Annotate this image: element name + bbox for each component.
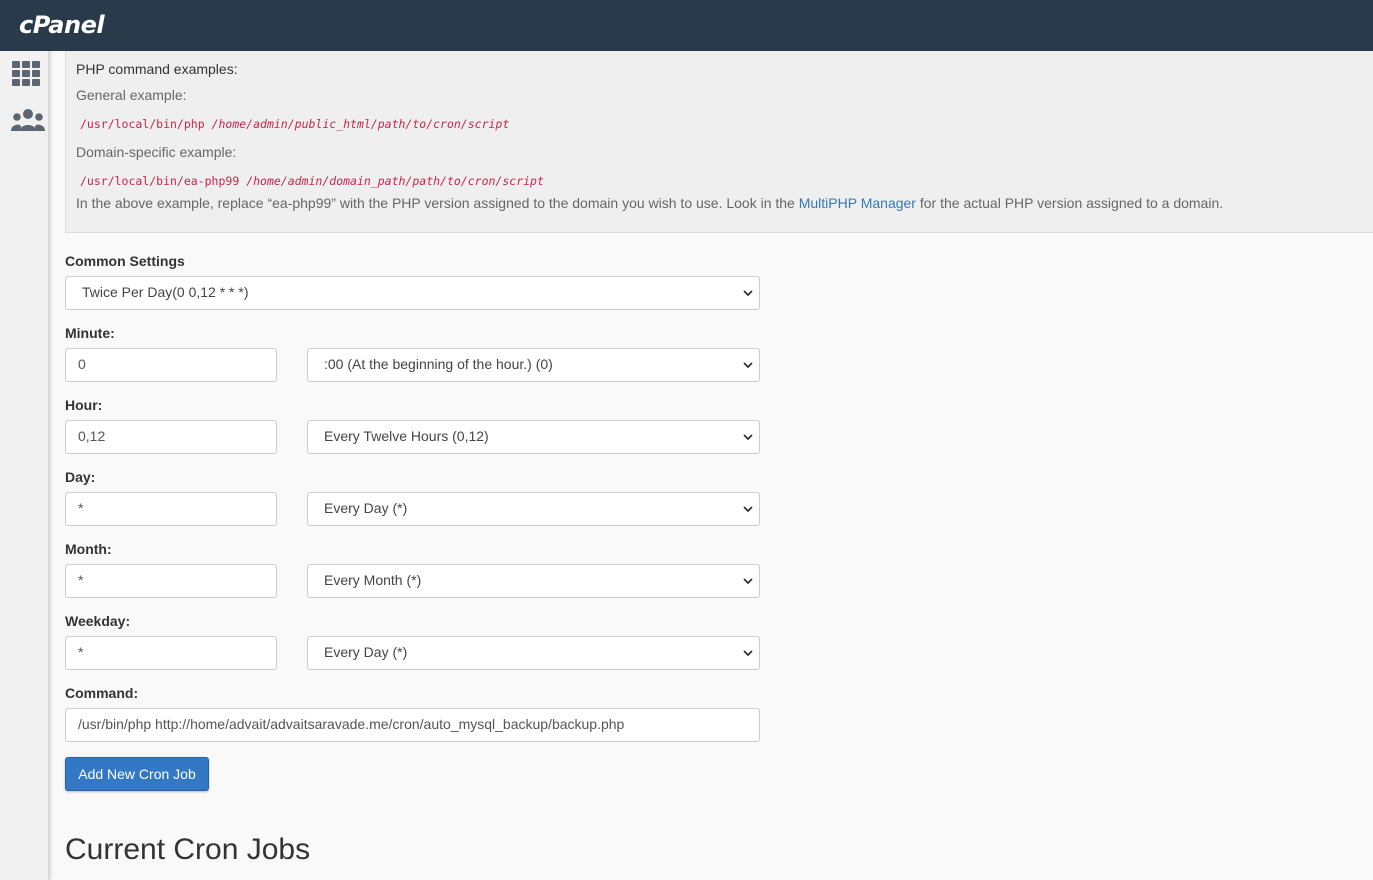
minute-select[interactable]: :00 (At the beginning of the hour.) (0)	[307, 348, 760, 382]
common-settings-label: Common Settings	[65, 253, 185, 269]
weekday-input[interactable]: *	[65, 636, 277, 670]
chevron-down-icon	[743, 650, 753, 657]
current-cron-jobs-heading: Current Cron Jobs	[65, 833, 311, 866]
month-select[interactable]: Every Month (*)	[307, 564, 760, 598]
command-label: Command:	[65, 685, 139, 701]
domain-example-cmd: /usr/local/bin/ea-php99	[80, 174, 240, 188]
day-input[interactable]: *	[65, 492, 277, 526]
chevron-down-icon	[743, 434, 753, 441]
note-text-after: for the actual PHP version assigned to a…	[915, 195, 1224, 211]
domain-example-code: /usr/local/bin/ea-php99 /home/admin/doma…	[80, 174, 544, 188]
common-settings-select[interactable]: Twice Per Day(0 0,12 * * *)	[65, 276, 760, 310]
month-label: Month:	[65, 541, 112, 557]
hour-label: Hour:	[65, 397, 103, 413]
users-icon[interactable]	[10, 107, 45, 137]
main-content: PHP command examples: General example: /…	[52, 51, 1373, 880]
domain-example-arg: /home/admin/domain_path/path/to/cron/scr…	[246, 174, 544, 188]
minute-input[interactable]: 0	[65, 348, 277, 382]
chevron-down-icon	[743, 362, 753, 369]
day-label: Day:	[65, 469, 96, 485]
php-examples-panel: PHP command examples: General example: /…	[65, 51, 1373, 233]
command-input[interactable]: /usr/bin/php http://home/advait/advaitsa…	[65, 708, 760, 742]
hour-select[interactable]: Every Twelve Hours (0,12)	[307, 420, 760, 454]
general-example-arg: /home/admin/public_html/path/to/cron/scr…	[211, 117, 510, 131]
month-select-value: Every Month (*)	[324, 572, 422, 588]
cpanel-logo[interactable]: cPanel	[19, 11, 105, 39]
weekday-label: Weekday:	[65, 613, 131, 629]
grid-icon[interactable]	[10, 59, 44, 89]
common-settings-value: Twice Per Day(0 0,12 * * *)	[82, 284, 249, 300]
add-new-cron-job-button[interactable]: Add New Cron Job	[65, 757, 209, 791]
general-example-label: General example:	[76, 87, 187, 103]
chevron-down-icon	[743, 506, 753, 513]
top-bar: cPanel	[0, 0, 1373, 51]
multiphp-manager-link[interactable]: MultiPHP Manager	[799, 195, 916, 211]
weekday-select-value: Every Day (*)	[324, 644, 408, 660]
minute-select-value: :00 (At the beginning of the hour.) (0)	[324, 356, 553, 372]
general-example-code: /usr/local/bin/php /home/admin/public_ht…	[80, 117, 509, 131]
examples-title: PHP command examples:	[76, 61, 238, 77]
general-example-cmd: /usr/local/bin/php	[80, 117, 205, 131]
weekday-select[interactable]: Every Day (*)	[307, 636, 760, 670]
note-text-before: In the above example, replace “ea-php99”…	[76, 195, 799, 211]
chevron-down-icon	[743, 290, 753, 297]
hour-select-value: Every Twelve Hours (0,12)	[324, 428, 489, 444]
day-select[interactable]: Every Day (*)	[307, 492, 760, 526]
chevron-down-icon	[743, 578, 753, 585]
hour-input[interactable]: 0,12	[65, 420, 277, 454]
minute-label: Minute:	[65, 325, 115, 341]
day-select-value: Every Day (*)	[324, 500, 408, 516]
month-input[interactable]: *	[65, 564, 277, 598]
domain-example-label: Domain-specific example:	[76, 144, 237, 160]
examples-note: In the above example, replace “ea-php99”…	[76, 195, 1223, 211]
sidebar	[0, 51, 50, 880]
